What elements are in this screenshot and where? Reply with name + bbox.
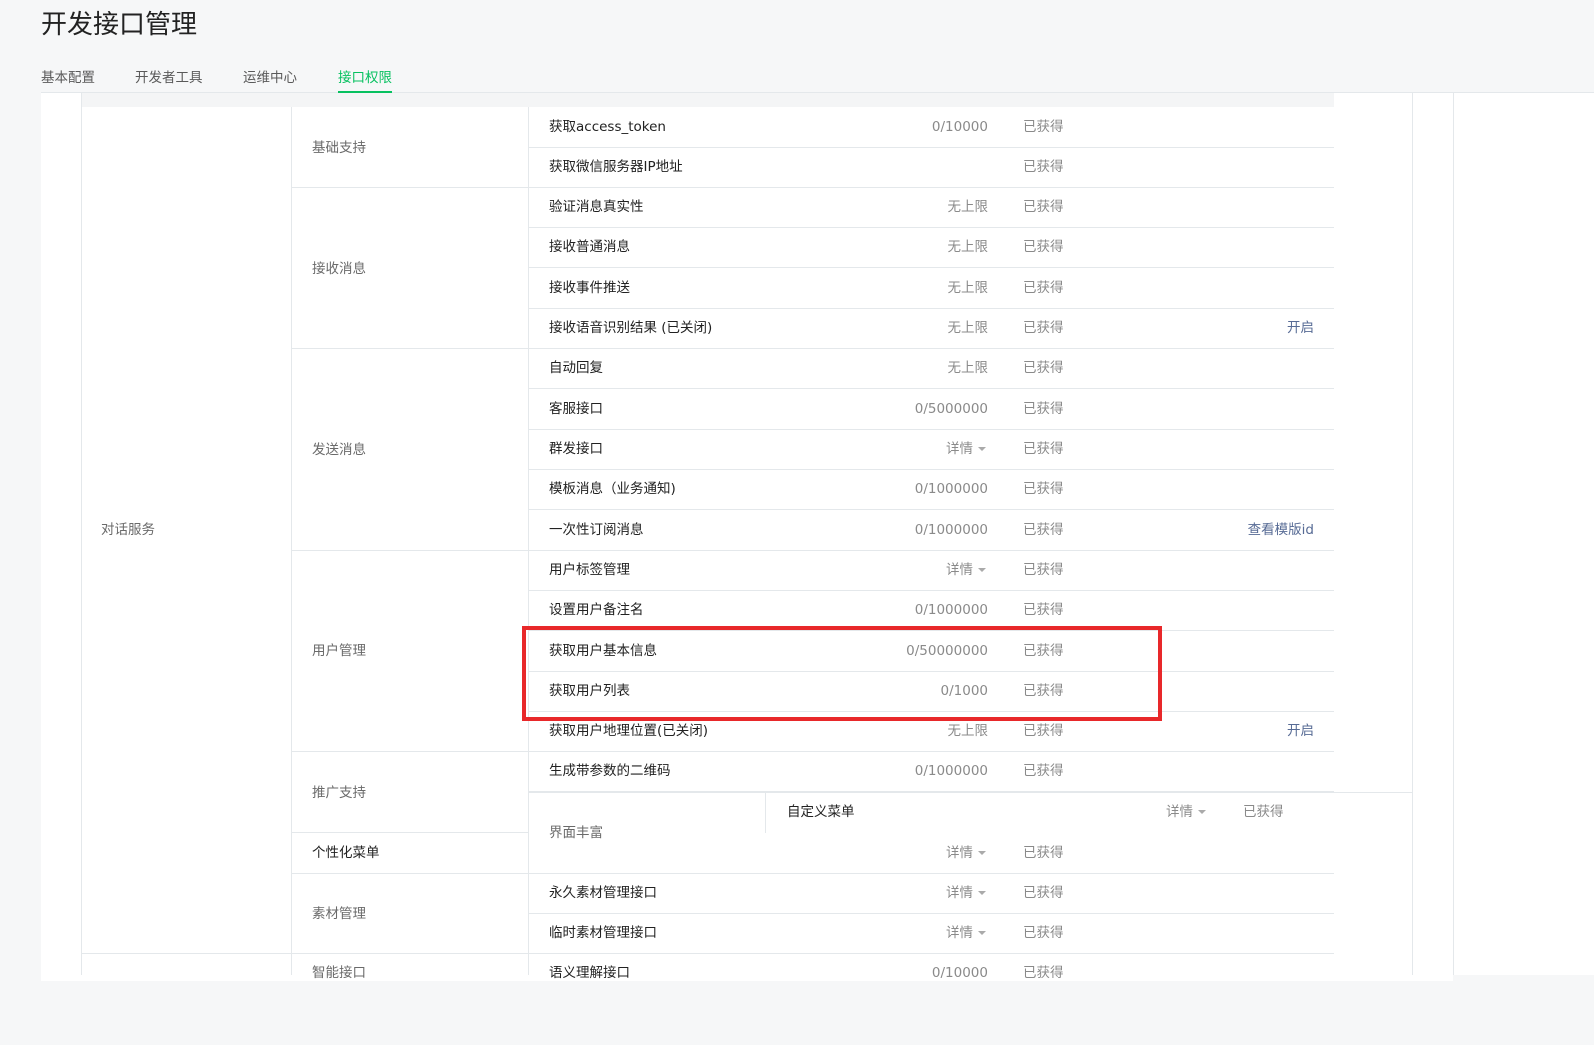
details-dropdown[interactable]: 详情 <box>946 923 986 943</box>
quota-value: 0/10000 <box>931 119 988 135</box>
quota-value: 0/10000 <box>931 965 988 981</box>
category-dialog-service: 对话服务 <box>101 522 155 538</box>
api-name: 获取access_token <box>549 119 666 135</box>
quota-value: 无上限 <box>947 280 989 296</box>
tab-basic-config[interactable]: 基本配置 <box>41 66 95 86</box>
group-personalized-menu: 个性化菜单 <box>312 845 380 861</box>
details-dropdown[interactable]: 详情 <box>946 843 986 863</box>
status-obtained: 已获得 <box>1023 965 1064 981</box>
status-obtained: 已获得 <box>1023 401 1064 417</box>
api-name: 设置用户备注名 <box>549 602 644 618</box>
api-name: 临时素材管理接口 <box>549 925 657 941</box>
api-name: 一次性订阅消息 <box>549 522 644 538</box>
row-divider <box>528 227 1334 228</box>
row-divider <box>528 469 1334 470</box>
quota-value: 无上限 <box>947 320 989 336</box>
api-name: 获取用户地理位置(已关闭) <box>549 723 709 739</box>
group-receive-message: 接收消息 <box>312 261 366 277</box>
api-name: 模板消息（业务通知) <box>549 481 676 497</box>
tab-ops-center[interactable]: 运维中心 <box>243 66 297 86</box>
group-user-management: 用户管理 <box>312 643 366 659</box>
status-obtained: 已获得 <box>1023 925 1064 941</box>
row-divider <box>528 308 1334 309</box>
api-name: 接收语音识别结果 (已关闭) <box>549 320 713 336</box>
api-name: 群发接口 <box>549 441 603 457</box>
api-name: 生成带参数的二维码 <box>549 763 671 779</box>
group-basic-support: 基础支持 <box>312 140 366 156</box>
tab-developer-tools[interactable]: 开发者工具 <box>135 66 203 86</box>
quota-value: 无上限 <box>947 360 989 376</box>
status-obtained: 已获得 <box>1023 845 1064 861</box>
highlight-box <box>522 626 1162 721</box>
row-divider <box>528 550 1334 551</box>
status-obtained: 已获得 <box>1023 885 1064 901</box>
api-name: 自动回复 <box>549 360 603 376</box>
group-interface-rich: 界面丰富 <box>549 825 603 841</box>
table-header-strip <box>81 93 1334 107</box>
api-name: 接收普通消息 <box>549 239 630 255</box>
row-divider <box>528 348 1334 349</box>
api-name: 客服接口 <box>549 401 603 417</box>
status-obtained: 已获得 <box>1023 320 1064 336</box>
api-name: 自定义菜单 <box>787 804 855 820</box>
api-name: 获取微信服务器IP地址 <box>549 159 683 175</box>
tab-api-permissions[interactable]: 接口权限 <box>338 66 392 93</box>
status-obtained: 已获得 <box>1023 360 1064 376</box>
details-dropdown[interactable]: 详情 <box>1166 802 1206 822</box>
api-name: 永久素材管理接口 <box>549 885 657 901</box>
page-title: 开发接口管理 <box>41 10 198 40</box>
status-obtained: 已获得 <box>1023 280 1064 296</box>
status-obtained: 已获得 <box>1023 562 1064 578</box>
group-promotion-support: 推广支持 <box>312 785 366 801</box>
details-dropdown[interactable]: 详情 <box>946 560 986 580</box>
status-obtained: 已获得 <box>1023 723 1064 739</box>
status-obtained: 已获得 <box>1023 602 1064 618</box>
api-name: 用户标签管理 <box>549 562 630 578</box>
row-divider <box>528 509 1334 510</box>
row-divider <box>528 147 1334 148</box>
row-divider <box>528 590 1334 591</box>
quota-value: 0/1000000 <box>914 522 988 538</box>
quota-value: 无上限 <box>947 723 989 739</box>
action-link[interactable]: 开启 <box>1154 318 1314 338</box>
group-smart-interface: 智能接口 <box>312 965 366 981</box>
status-obtained: 已获得 <box>1023 763 1064 779</box>
row-divider <box>528 873 1334 874</box>
quota-value: 0/1000000 <box>914 481 988 497</box>
status-obtained: 已获得 <box>1023 481 1064 497</box>
group-send-message: 发送消息 <box>312 442 366 458</box>
api-name: 语义理解接口 <box>549 965 630 981</box>
group-material-management: 素材管理 <box>312 906 366 922</box>
quota-value: 0/1000000 <box>914 602 988 618</box>
row-divider <box>528 913 1334 914</box>
api-name: 验证消息真实性 <box>549 199 644 215</box>
tab-bar: 基本配置 开发者工具 运维中心 接口权限 <box>41 64 1594 93</box>
row-divider <box>528 388 1334 389</box>
row-divider <box>528 267 1334 268</box>
quota-value: 0/5000000 <box>914 401 988 417</box>
row-divider <box>528 187 1334 188</box>
status-obtained: 已获得 <box>1243 804 1284 820</box>
status-obtained: 已获得 <box>1023 199 1064 215</box>
action-link[interactable]: 查看模版id <box>1154 520 1314 540</box>
row-divider <box>528 953 1334 954</box>
status-obtained: 已获得 <box>1023 159 1064 175</box>
right-blank-area <box>1453 93 1594 975</box>
status-obtained: 已获得 <box>1023 239 1064 255</box>
quota-value: 0/1000000 <box>914 763 988 779</box>
api-name: 接收事件推送 <box>549 280 630 296</box>
status-obtained: 已获得 <box>1023 522 1064 538</box>
row-divider <box>528 429 1334 430</box>
quota-value: 无上限 <box>947 239 989 255</box>
details-dropdown[interactable]: 详情 <box>946 883 986 903</box>
details-dropdown[interactable]: 详情 <box>946 439 986 459</box>
status-obtained: 已获得 <box>1023 441 1064 457</box>
quota-value: 无上限 <box>947 199 989 215</box>
status-obtained: 已获得 <box>1023 119 1064 135</box>
row-divider <box>528 751 1334 752</box>
row-divider <box>528 792 1413 793</box>
action-link[interactable]: 开启 <box>1154 721 1314 741</box>
